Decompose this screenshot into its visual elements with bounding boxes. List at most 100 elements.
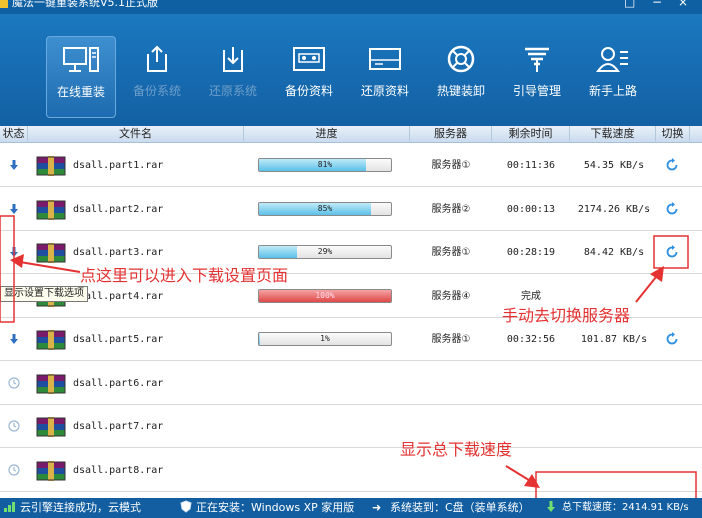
switch-server-icon[interactable] bbox=[658, 188, 686, 231]
tool-label: 备份资料 bbox=[284, 84, 333, 98]
table-row[interactable]: dsall.part6.rar bbox=[0, 362, 702, 405]
tooltip: 显示设置下载选项 bbox=[0, 286, 88, 302]
progress-bar: 1% bbox=[258, 332, 392, 346]
download-speed: 2174.26 KB/s bbox=[577, 204, 651, 215]
download-arrow-icon[interactable] bbox=[0, 144, 28, 187]
download-arrow-icon[interactable] bbox=[0, 318, 28, 361]
tool-hotkey[interactable]: 热键装卸 bbox=[426, 36, 496, 118]
server-name: 服务器① bbox=[431, 160, 471, 171]
user-icon bbox=[596, 47, 628, 72]
cloud-status: 云引擎连接成功，云模式 bbox=[20, 501, 141, 514]
tool-boot-manager[interactable]: 引导管理 bbox=[502, 36, 572, 118]
tool-restore-system[interactable]: 还原系统 bbox=[198, 36, 268, 118]
window-title: 魔法一键重装系统V5.1正式版 bbox=[12, 0, 159, 9]
progress-bar: 100% bbox=[258, 289, 392, 303]
file-name: dsall.part5.rar bbox=[73, 334, 164, 345]
rar-file-icon bbox=[36, 460, 66, 482]
download-speed bbox=[572, 405, 656, 448]
download-arrow-icon[interactable] bbox=[0, 231, 28, 274]
clock-icon[interactable] bbox=[0, 449, 28, 492]
skin-icon[interactable]: □ bbox=[624, 0, 635, 8]
tool-label: 备份系统 bbox=[132, 84, 181, 98]
progress-label: 1% bbox=[320, 334, 330, 343]
main-toolbar: 在线重装 备份系统 还原系统 备份资料 还原资料 热键装卸 引导管理 新手上路 bbox=[0, 14, 702, 126]
server-name: 服务器④ bbox=[431, 291, 471, 302]
tool-beginner-guide[interactable]: 新手上路 bbox=[578, 36, 648, 118]
rar-file-icon bbox=[36, 155, 66, 177]
annotation-switch: 手动去切换服务器 bbox=[502, 306, 631, 325]
download-arrow-icon[interactable] bbox=[0, 188, 28, 231]
remaining-time: 00:11:36 bbox=[506, 160, 556, 171]
col-progress[interactable]: 进度 bbox=[244, 126, 410, 143]
target-icon: ➜ bbox=[372, 501, 382, 514]
col-speed[interactable]: 下载速度 bbox=[570, 126, 656, 143]
target-status: 系统装到：C盘（装单系统） bbox=[390, 501, 530, 514]
progress-bar: 29% bbox=[258, 245, 392, 259]
col-filename[interactable]: 文件名 bbox=[28, 126, 244, 143]
download-speed: 54.35 KB/s bbox=[583, 160, 645, 171]
table-row[interactable]: dsall.part7.rar bbox=[0, 405, 702, 448]
rar-file-icon bbox=[36, 416, 66, 438]
download-speed: 84.42 KB/s bbox=[583, 247, 645, 258]
app-logo-icon bbox=[0, 0, 8, 8]
title-bar: 魔法一键重装系统V5.1正式版 □ − × bbox=[0, 0, 702, 14]
server-name: 服务器① bbox=[431, 334, 471, 345]
annotation-settings: 点这里可以进入下载设置页面 bbox=[80, 266, 289, 285]
tool-label: 在线重装 bbox=[56, 85, 105, 99]
tool-backup-system[interactable]: 备份系统 bbox=[122, 36, 192, 118]
file-name: dsall.part7.rar bbox=[73, 421, 164, 432]
progress-label: 81% bbox=[317, 160, 333, 169]
download-speed bbox=[572, 449, 656, 492]
rar-file-icon bbox=[36, 199, 66, 221]
boot-icon bbox=[525, 47, 549, 72]
tape-icon bbox=[293, 47, 325, 71]
table-header: 状态 文件名 进度 服务器 剩余时间 下载速度 切换 bbox=[0, 126, 702, 143]
progress-label: 85% bbox=[317, 204, 333, 213]
progress-label: 29% bbox=[317, 247, 333, 256]
clock-icon[interactable] bbox=[0, 362, 28, 405]
table-row[interactable]: dsall.part1.rar 81% 服务器① 00:11:36 54.35 KB/s bbox=[0, 144, 702, 187]
total-speed-icon bbox=[546, 498, 556, 518]
tool-label: 引导管理 bbox=[512, 84, 561, 98]
download-icon bbox=[223, 47, 243, 72]
file-name: dsall.part6.rar bbox=[73, 378, 164, 389]
switch-server-icon[interactable] bbox=[658, 318, 686, 361]
switch-server-icon[interactable] bbox=[658, 144, 686, 187]
file-name: dsall.part2.rar bbox=[73, 204, 164, 215]
tool-backup-data[interactable]: 备份资料 bbox=[274, 36, 344, 118]
switch-server-icon[interactable] bbox=[658, 231, 686, 274]
download-speed bbox=[572, 362, 656, 405]
table-row[interactable]: dsall.part8.rar bbox=[0, 449, 702, 492]
tool-label: 新手上路 bbox=[588, 84, 637, 98]
annotation-speed: 显示总下载速度 bbox=[400, 440, 513, 459]
upload-icon bbox=[147, 45, 167, 72]
progress-bar: 81% bbox=[258, 158, 392, 172]
table-row[interactable]: dsall.part2.rar 85% 服务器② 00:00:13 2174.26 KB… bbox=[0, 188, 702, 231]
tool-label: 还原系统 bbox=[208, 84, 257, 98]
tool-label: 还原资料 bbox=[360, 84, 409, 98]
rar-file-icon bbox=[36, 373, 66, 395]
rar-file-icon bbox=[36, 329, 66, 351]
server-name: 服务器② bbox=[431, 204, 471, 215]
progress-label: 100% bbox=[315, 291, 335, 300]
file-name: dsall.part8.rar bbox=[73, 465, 164, 476]
installing-status: 正在安装：Windows XP 家用版 bbox=[196, 501, 355, 514]
close-button[interactable]: × bbox=[678, 0, 688, 8]
server-name: 服务器① bbox=[431, 247, 471, 258]
clock-icon[interactable] bbox=[0, 405, 28, 448]
tool-restore-data[interactable]: 还原资料 bbox=[350, 36, 420, 118]
total-speed-status: 总下载速度：2414.91 KB/s bbox=[562, 502, 689, 513]
server-name bbox=[410, 362, 492, 405]
shield-icon bbox=[180, 498, 192, 518]
col-remaining[interactable]: 剩余时间 bbox=[492, 126, 570, 143]
col-server[interactable]: 服务器 bbox=[410, 126, 492, 143]
col-switch[interactable]: 切换 bbox=[656, 126, 690, 143]
col-status[interactable]: 状态 bbox=[0, 126, 28, 143]
rar-file-icon bbox=[36, 242, 66, 264]
tool-online-reinstall[interactable]: 在线重装 bbox=[46, 36, 116, 118]
minimize-button[interactable]: − bbox=[652, 0, 662, 8]
remaining-time: 00:28:19 bbox=[506, 247, 556, 258]
drive-icon bbox=[369, 48, 401, 70]
progress-bar: 85% bbox=[258, 202, 392, 216]
signal-icon bbox=[4, 498, 18, 518]
